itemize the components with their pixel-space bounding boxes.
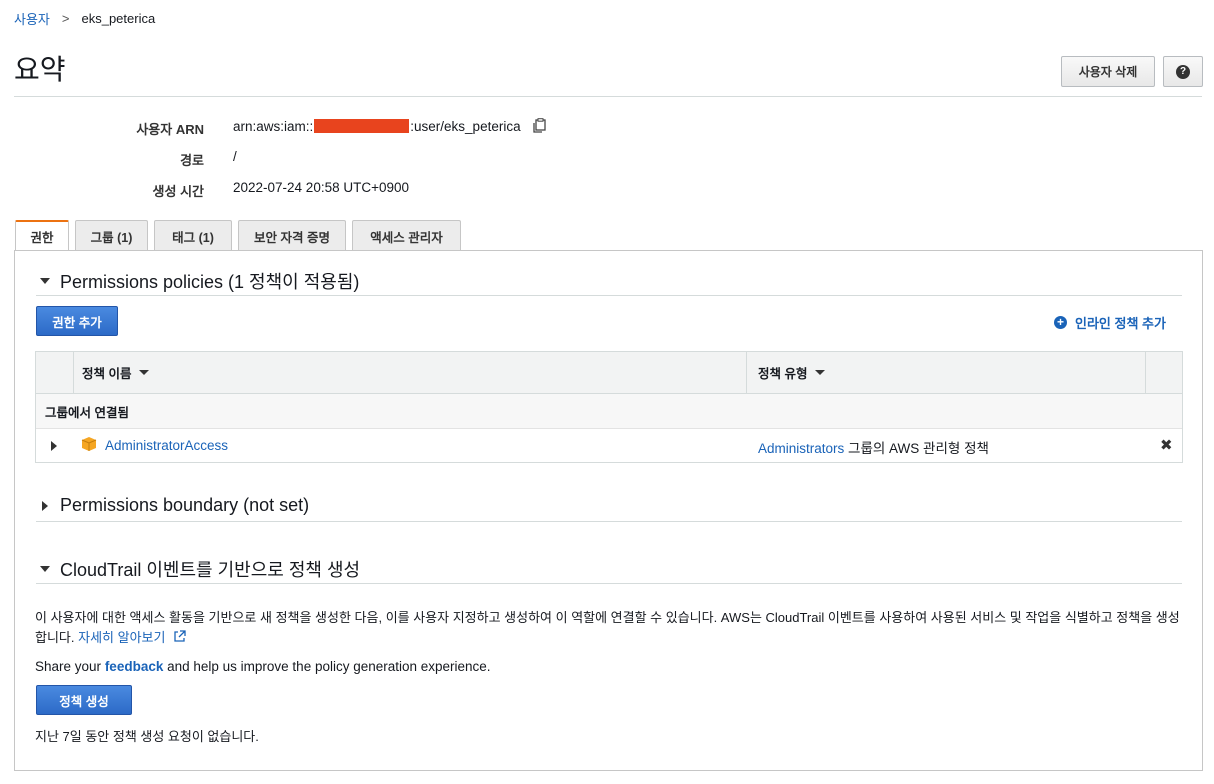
policy-name-link[interactable]: AdministratorAccess <box>105 438 228 453</box>
permissions-policies-header: Permissions policies (1 정책이 적용됨) <box>60 272 360 292</box>
cloudtrail-header: CloudTrail 이벤트를 기반으로 정책 생성 <box>60 560 361 580</box>
policy-type: Administrators 그룹의 AWS 관리형 정책 <box>758 437 989 457</box>
expand-row-icon[interactable] <box>51 441 57 451</box>
group-attached-heading: 그룹에서 연결됨 <box>36 394 1182 429</box>
feedback-suffix: and help us improve the policy generatio… <box>167 659 491 674</box>
policy-type-group-link[interactable]: Administrators <box>758 441 844 456</box>
feedback-line: Share your feedback and help us improve … <box>35 659 491 674</box>
cloudtrail-description-text: 이 사용자에 대한 액세스 활동을 기반으로 새 정책을 생성한 다음, 이를 … <box>35 610 1180 645</box>
path-value: / <box>233 149 237 164</box>
add-inline-policy-link[interactable]: + 인라인 정책 추가 <box>1054 313 1166 332</box>
feedback-prefix: Share your <box>35 659 102 674</box>
arn-prefix: arn:aws:iam:: <box>233 118 314 134</box>
created-label: 생성 시간 <box>152 184 204 199</box>
permissions-boundary-header: Permissions boundary (not set) <box>60 495 310 515</box>
breadcrumb-separator: > <box>61 11 70 26</box>
column-header-policy-type[interactable]: 정책 유형 <box>747 352 1146 393</box>
sort-caret-icon <box>139 370 150 375</box>
caret-down-icon <box>40 278 50 284</box>
permissions-panel: Permissions policies (1 정책이 적용됨) 권한 추가 +… <box>14 250 1203 771</box>
tab-groups[interactable]: 그룹 (1) <box>75 220 148 251</box>
summary-row-created: 생성 시간 2022-07-24 20:58 UTC+0900 <box>0 180 600 200</box>
arn-label: 사용자 ARN <box>136 122 204 137</box>
breadcrumb: 사용자 > eks_peterica <box>14 9 155 28</box>
redacted-account-id <box>314 119 410 133</box>
add-permissions-button[interactable]: 권한 추가 <box>36 306 118 336</box>
section-divider <box>36 295 1182 296</box>
tab-bar: 권한 그룹 (1) 태그 (1) 보안 자격 증명 액세스 관리자 <box>15 220 461 251</box>
summary-row-arn: 사용자 ARN arn:aws:iam:: :user/eks_peterica <box>0 118 600 138</box>
help-button[interactable]: ? <box>1163 56 1203 87</box>
breadcrumb-users-link[interactable]: 사용자 <box>14 9 50 28</box>
breadcrumb-current: eks_peterica <box>81 11 156 26</box>
column-header-policy-name-label: 정책 이름 <box>82 367 132 381</box>
copy-icon[interactable] <box>531 118 547 134</box>
arn-suffix: :user/eks_peterica <box>410 118 521 134</box>
tab-permissions[interactable]: 권한 <box>15 220 69 251</box>
tab-tags[interactable]: 태그 (1) <box>154 220 232 251</box>
section-divider <box>36 583 1182 584</box>
cloudtrail-description: 이 사용자에 대한 액세스 활동을 기반으로 새 정책을 생성한 다음, 이를 … <box>35 608 1185 649</box>
table-header-expand-col <box>36 352 74 393</box>
remove-policy-icon[interactable]: ✖ <box>1160 436 1173 454</box>
page-title: 요약 <box>14 54 66 85</box>
summary-row-path: 경로 / <box>0 149 600 169</box>
add-inline-policy-label: 인라인 정책 추가 <box>1075 316 1166 331</box>
table-header-action-col <box>1146 352 1182 393</box>
policy-type-text: 그룹의 AWS 관리형 정책 <box>848 441 989 456</box>
tab-access-advisor[interactable]: 액세스 관리자 <box>352 220 461 251</box>
created-value: 2022-07-24 20:58 UTC+0900 <box>233 180 410 195</box>
table-row: AdministratorAccess Administrators 그룹의 A… <box>36 429 1182 462</box>
sort-caret-icon <box>815 370 826 375</box>
no-requests-message: 지난 7일 동안 정책 생성 요청이 없습니다. <box>35 729 259 744</box>
delete-user-button[interactable]: 사용자 삭제 <box>1061 56 1155 87</box>
cloudtrail-toggle[interactable]: CloudTrail 이벤트를 기반으로 정책 생성 <box>36 556 360 582</box>
column-header-policy-name[interactable]: 정책 이름 <box>74 352 747 393</box>
caret-down-icon <box>40 566 50 572</box>
plus-circle-icon: + <box>1054 316 1067 329</box>
caret-right-icon <box>42 500 48 511</box>
policies-table: 정책 이름 정책 유형 그룹에서 연결됨 AdministratorAccess… <box>35 351 1183 463</box>
learn-more-link[interactable]: 자세히 알아보기 <box>78 629 186 645</box>
feedback-link[interactable]: feedback <box>105 659 164 674</box>
external-link-icon <box>173 629 186 649</box>
tab-security-credentials[interactable]: 보안 자격 증명 <box>238 220 346 251</box>
learn-more-label: 자세히 알아보기 <box>78 630 166 645</box>
column-header-policy-type-label: 정책 유형 <box>758 367 808 381</box>
section-divider <box>36 521 1182 522</box>
permissions-policies-toggle[interactable]: Permissions policies (1 정책이 적용됨) <box>36 268 359 294</box>
generate-policy-button[interactable]: 정책 생성 <box>36 685 132 715</box>
table-header: 정책 이름 정책 유형 <box>36 352 1182 394</box>
help-icon: ? <box>1176 64 1190 79</box>
managed-policy-icon <box>81 436 97 455</box>
path-label: 경로 <box>180 153 204 168</box>
permissions-boundary-toggle[interactable]: Permissions boundary (not set) <box>36 495 309 516</box>
header-divider <box>14 96 1202 97</box>
arn-value: arn:aws:iam:: :user/eks_peterica <box>233 118 547 134</box>
